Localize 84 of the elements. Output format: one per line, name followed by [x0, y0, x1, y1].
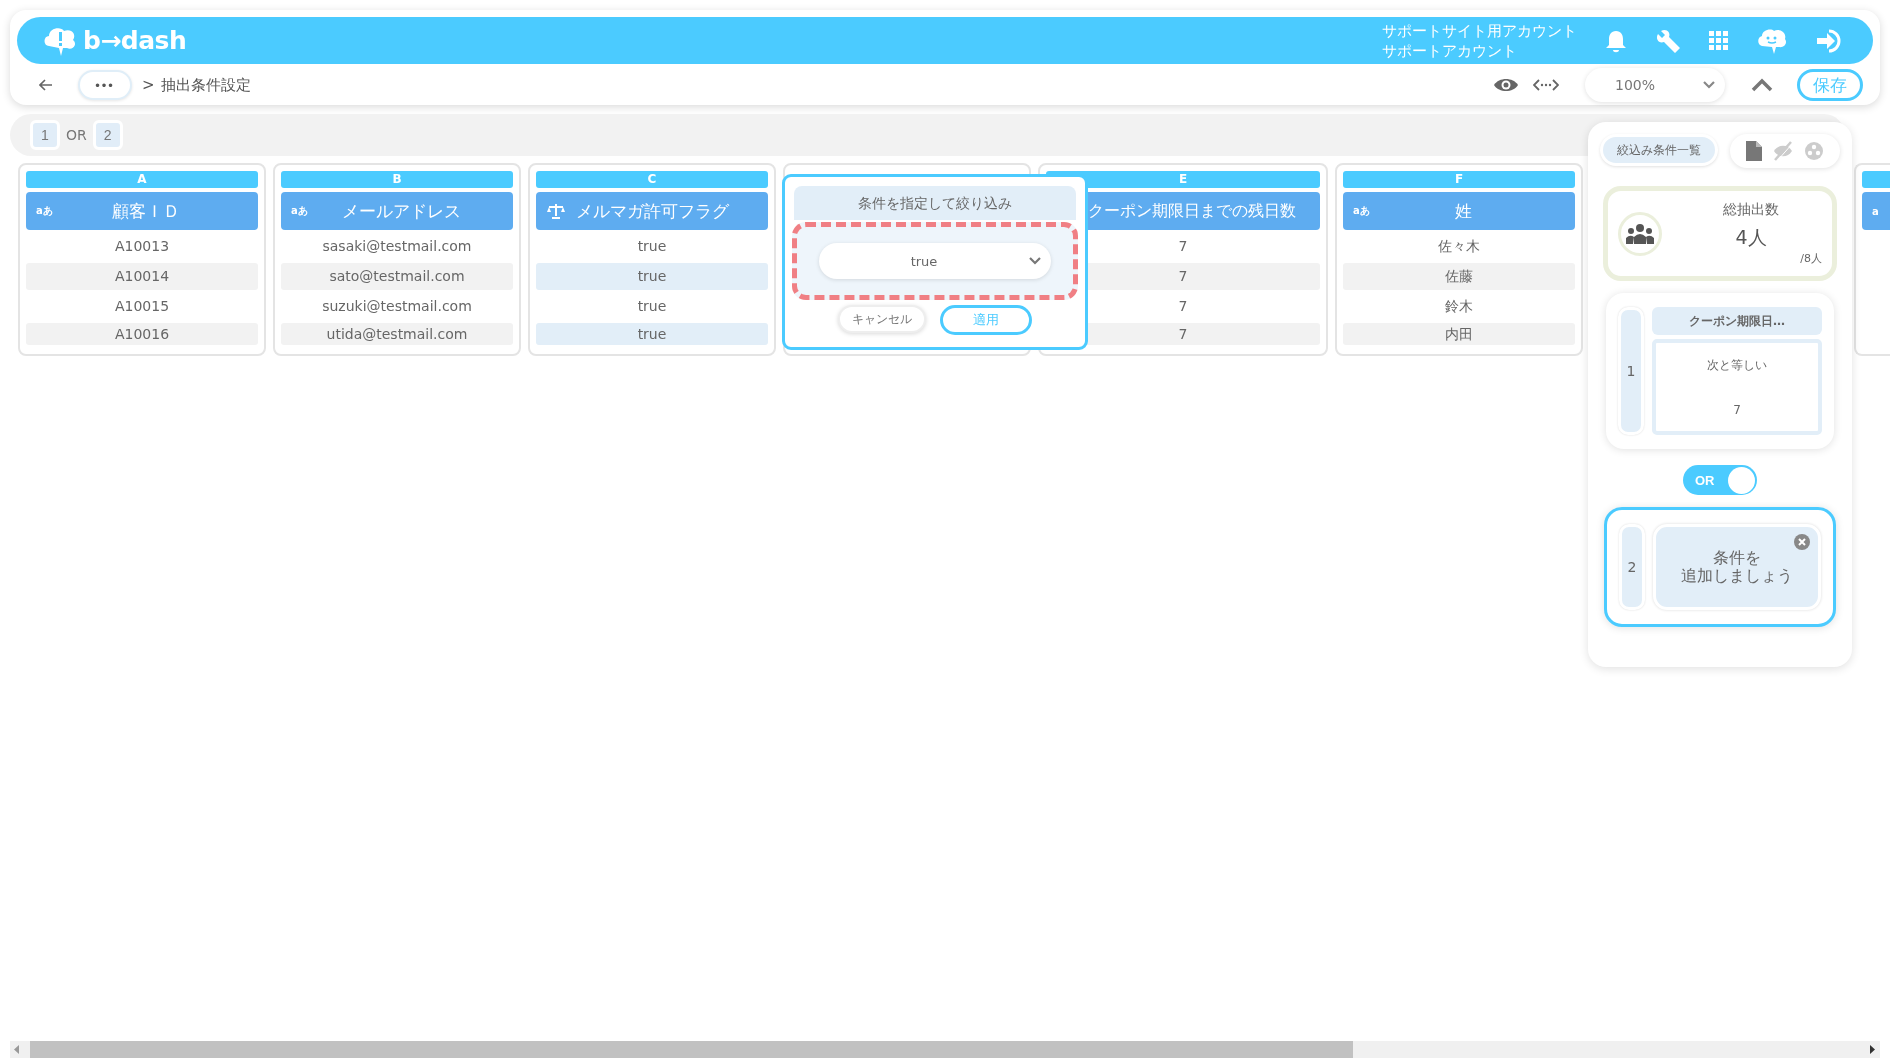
- add-condition-prompt: 追加しましょう: [1681, 567, 1793, 585]
- brain-icon[interactable]: [1757, 27, 1787, 54]
- condition-number: 1: [1618, 307, 1644, 435]
- group-tab[interactable]: 2: [92, 120, 123, 150]
- table-cell-text: 7: [1177, 237, 1189, 256]
- condition-card[interactable]: 2 条件を 追加しましょう: [1604, 507, 1836, 627]
- popup-title: 条件を指定して絞り込み: [794, 186, 1076, 220]
- account-name: サポートアカウント: [1382, 40, 1518, 61]
- type-label: a: [1872, 205, 1880, 217]
- table-cell: 佐藤: [1343, 263, 1575, 290]
- column-card[interactable]: B aあ メールアドレス sasaki@testmail.com sato@testmail.com suzuki@testmail.com utida@testmail.com: [273, 163, 521, 356]
- table-cell-text: true: [636, 237, 668, 256]
- zoom-value: 100%: [1615, 77, 1656, 93]
- close-icon[interactable]: [1794, 534, 1810, 550]
- palette-icon[interactable]: [1804, 141, 1824, 161]
- value-select[interactable]: true: [819, 243, 1051, 279]
- type-label: aあ: [36, 204, 54, 218]
- type-label: aあ: [291, 204, 309, 218]
- condition-field: クーポン期限日…: [1652, 307, 1822, 335]
- table-cell-text: 7: [1177, 297, 1189, 316]
- chevron-up-icon[interactable]: [1751, 78, 1773, 92]
- account-name: サポートサイト用アカウント: [1382, 20, 1577, 41]
- condition-operator: 次と等しい: [1707, 357, 1767, 375]
- group-tab[interactable]: 1: [30, 120, 60, 150]
- people-icon: [1626, 222, 1654, 245]
- condition-number: 2: [1619, 524, 1645, 610]
- total-count: 4人: [1735, 225, 1767, 250]
- column-letter: C: [536, 171, 768, 188]
- table-cell-text: true: [636, 297, 668, 316]
- chevron-down-icon: [1029, 257, 1041, 265]
- type-label: aあ: [1353, 204, 1371, 218]
- chevron-down-icon: [1703, 81, 1715, 89]
- empty-condition[interactable]: 条件を 追加しましょう: [1653, 524, 1821, 610]
- logo-text: b→dash: [83, 26, 187, 55]
- table-cell: true: [536, 263, 768, 290]
- condition-card[interactable]: 1 クーポン期限日… 次と等しい 7: [1606, 293, 1834, 449]
- table-cell: utida@testmail.com: [281, 323, 513, 345]
- column-letter: F: [1343, 171, 1575, 188]
- bell-icon[interactable]: [1605, 28, 1627, 53]
- column-card[interactable]: C メルマガ許可フラグ true true true true: [528, 163, 776, 356]
- table-cell-text: A10015: [113, 297, 171, 316]
- column-title: メルマガ許可フラグ: [574, 199, 730, 223]
- back-arrow-icon[interactable]: [39, 79, 53, 91]
- eye-icon[interactable]: [1493, 77, 1519, 93]
- horizontal-scrollbar[interactable]: [10, 1041, 1880, 1058]
- hidden-icon[interactable]: [1772, 140, 1794, 162]
- wrench-icon[interactable]: [1655, 27, 1681, 54]
- total-label: 総抽出数: [1723, 201, 1779, 219]
- cancel-button[interactable]: キャンセル: [838, 305, 926, 333]
- table-cell-text: A10013: [113, 237, 171, 256]
- document-icon[interactable]: [1746, 141, 1762, 161]
- table-cell: A10014: [26, 263, 258, 290]
- table-cell: true: [536, 323, 768, 345]
- column-letter: A: [26, 171, 258, 188]
- column-card[interactable]: F aあ 姓 佐々木 佐藤 鈴木 内田: [1335, 163, 1583, 356]
- scroll-right-icon[interactable]: [1870, 1045, 1876, 1054]
- condition-list-button[interactable]: 絞込み条件一覧: [1600, 134, 1718, 166]
- breadcrumb-current: 抽出条件設定: [160, 75, 251, 95]
- add-condition-prompt: 条件を: [1713, 549, 1761, 567]
- select-value: true: [909, 253, 939, 269]
- column-title: 顧客ＩＤ: [111, 199, 181, 223]
- more-button[interactable]: •••: [78, 70, 132, 100]
- scrollbar-thumb[interactable]: [30, 1041, 1353, 1058]
- table-cell: 内田: [1343, 323, 1575, 345]
- column-title: クーポン期限日までの残日数: [1087, 200, 1297, 222]
- breadcrumb-separator: >: [142, 76, 155, 94]
- table-cell-text: 鈴木: [1444, 297, 1474, 316]
- table-cell-text: 佐々木: [1437, 237, 1481, 256]
- column-title: 姓: [1453, 199, 1473, 223]
- grid-icon[interactable]: [1709, 30, 1729, 51]
- column-card[interactable]: A aあ 顧客ＩＤ A10013 A10014 A10015 A10016: [18, 163, 266, 356]
- table-cell-text: sasaki@testmail.com: [321, 237, 473, 256]
- column-title: メールアドレス: [340, 199, 462, 223]
- table-cell-text: suzuki@testmail.com: [321, 297, 473, 316]
- table-cell: A10016: [26, 323, 258, 345]
- condition-value: 7: [1733, 402, 1741, 417]
- zoom-select[interactable]: 100%: [1585, 68, 1725, 102]
- total-of-count: /8人: [1800, 251, 1822, 266]
- scroll-left-icon[interactable]: [14, 1045, 20, 1054]
- scale-icon: [546, 203, 566, 219]
- operator-label: OR: [66, 127, 87, 143]
- table-cell: sato@testmail.com: [281, 263, 513, 290]
- code-icon[interactable]: [1533, 78, 1559, 92]
- column-letter: B: [281, 171, 513, 188]
